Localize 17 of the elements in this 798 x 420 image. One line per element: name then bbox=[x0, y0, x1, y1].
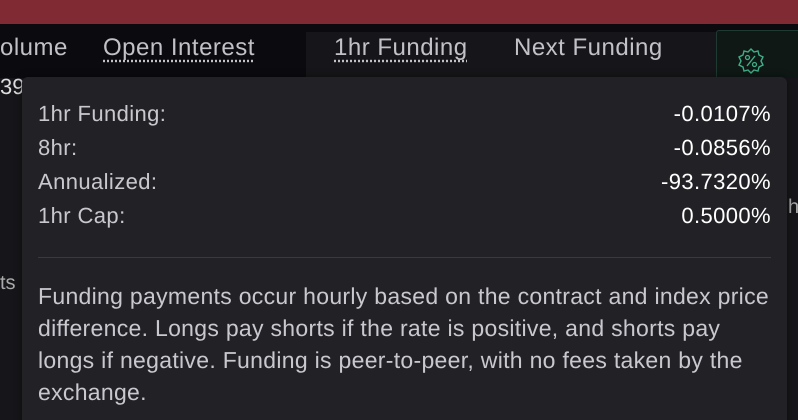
rate-value: -0.0856% bbox=[674, 134, 771, 162]
rate-label: 1hr Funding: bbox=[38, 100, 166, 128]
promo-card[interactable] bbox=[716, 30, 798, 80]
rate-label: Annualized: bbox=[38, 168, 158, 196]
percent-badge-icon bbox=[737, 47, 765, 75]
rate-label: 1hr Cap: bbox=[38, 202, 126, 230]
funding-description: Funding payments occur hourly based on the contract and index price difference. Longs pay shorts if the rate is positive, and shorts pay longs if negative. Funding is peer-to-peer, with no fees taken by the exchange. bbox=[38, 282, 770, 407]
rate-label: 8hr: bbox=[38, 134, 78, 162]
row-label: ts bbox=[0, 272, 16, 295]
row-label: h bbox=[788, 196, 798, 219]
column-header[interactable]: 1hr Funding bbox=[334, 34, 468, 62]
column-header[interactable]: olume bbox=[0, 34, 68, 62]
rate-value: 0.5000% bbox=[681, 202, 771, 230]
rate-value: -93.7320% bbox=[660, 168, 771, 196]
rate-value: -0.0107% bbox=[674, 100, 771, 128]
column-header[interactable]: Open Interest bbox=[103, 34, 255, 62]
column-header[interactable]: Next Funding bbox=[514, 34, 663, 62]
